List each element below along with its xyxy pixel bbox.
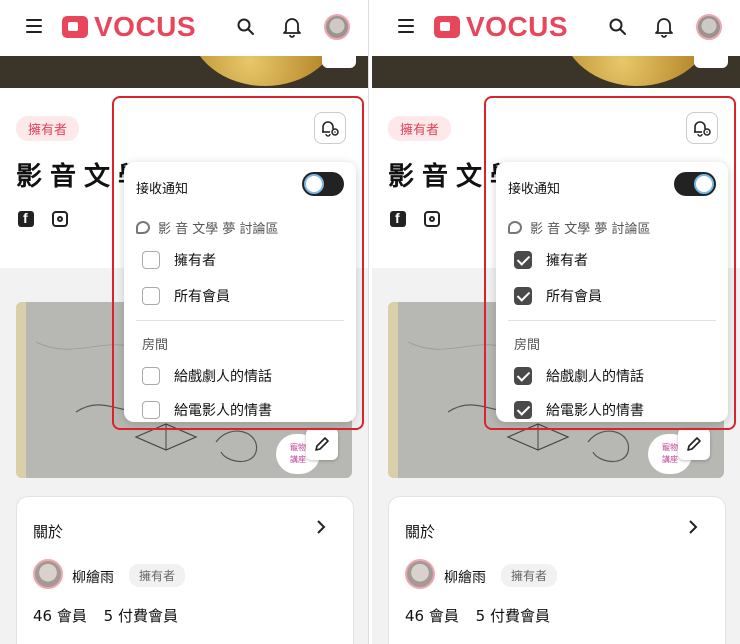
screen-left: VOCUS 擁有者 影音文學夢 寵物 講座 [0,0,368,644]
member-count: 46 會員 [405,607,459,625]
owner-badge: 擁有者 [388,116,452,141]
chevron-right-icon[interactable] [315,519,327,535]
about-title: 關於 [33,523,64,541]
pencil-icon [315,437,329,451]
logo[interactable]: VOCUS [62,11,197,42]
author-name[interactable]: 柳繪雨 [72,567,114,587]
pencil-icon [687,437,701,451]
menu-icon[interactable] [26,19,42,33]
about-title: 關於 [405,523,436,541]
paid-member-count: 5 付費會員 [475,607,550,625]
logo[interactable]: VOCUS [434,11,569,42]
top-bar: VOCUS [372,0,740,56]
logo-text: VOCUS [94,11,197,42]
member-stats: 46 會員 5 付費會員 [405,605,562,626]
logo-text: VOCUS [466,11,569,42]
author-name[interactable]: 柳繪雨 [444,567,486,587]
logo-mark-icon [62,16,88,38]
facebook-icon[interactable] [390,210,406,227]
edit-cover-button[interactable] [306,428,338,460]
paid-member-count: 5 付費會員 [103,607,178,625]
member-stats: 46 會員 5 付費會員 [33,605,190,626]
banner-image [0,56,368,88]
about-card: 關於 柳繪雨 擁有者 46 會員 5 付費會員 [16,496,354,644]
bell-icon[interactable] [654,16,674,38]
author-avatar[interactable] [33,559,63,589]
bell-icon[interactable] [282,16,302,38]
instagram-icon[interactable] [424,211,440,227]
instagram-icon[interactable] [52,211,68,227]
search-icon[interactable] [236,17,256,37]
logo-mark-icon [434,16,460,38]
top-bar: VOCUS [0,0,368,56]
author-avatar[interactable] [405,559,435,589]
avatar[interactable] [696,14,722,40]
menu-icon[interactable] [398,19,414,33]
search-icon[interactable] [608,17,628,37]
screen-right: VOCUS 擁有者 影音文學夢 寵物 講座 [372,0,740,644]
owner-badge: 擁有者 [16,116,80,141]
facebook-icon[interactable] [18,210,34,227]
edit-cover-button[interactable] [678,428,710,460]
banner-image [372,56,740,88]
author-role-badge: 擁有者 [129,564,186,587]
annotation-highlight-box [484,96,736,430]
member-count: 46 會員 [33,607,87,625]
chevron-right-icon[interactable] [687,519,699,535]
about-card: 關於 柳繪雨 擁有者 46 會員 5 付費會員 [388,496,726,644]
annotation-highlight-box [112,96,364,430]
avatar[interactable] [324,14,350,40]
author-role-badge: 擁有者 [501,564,558,587]
